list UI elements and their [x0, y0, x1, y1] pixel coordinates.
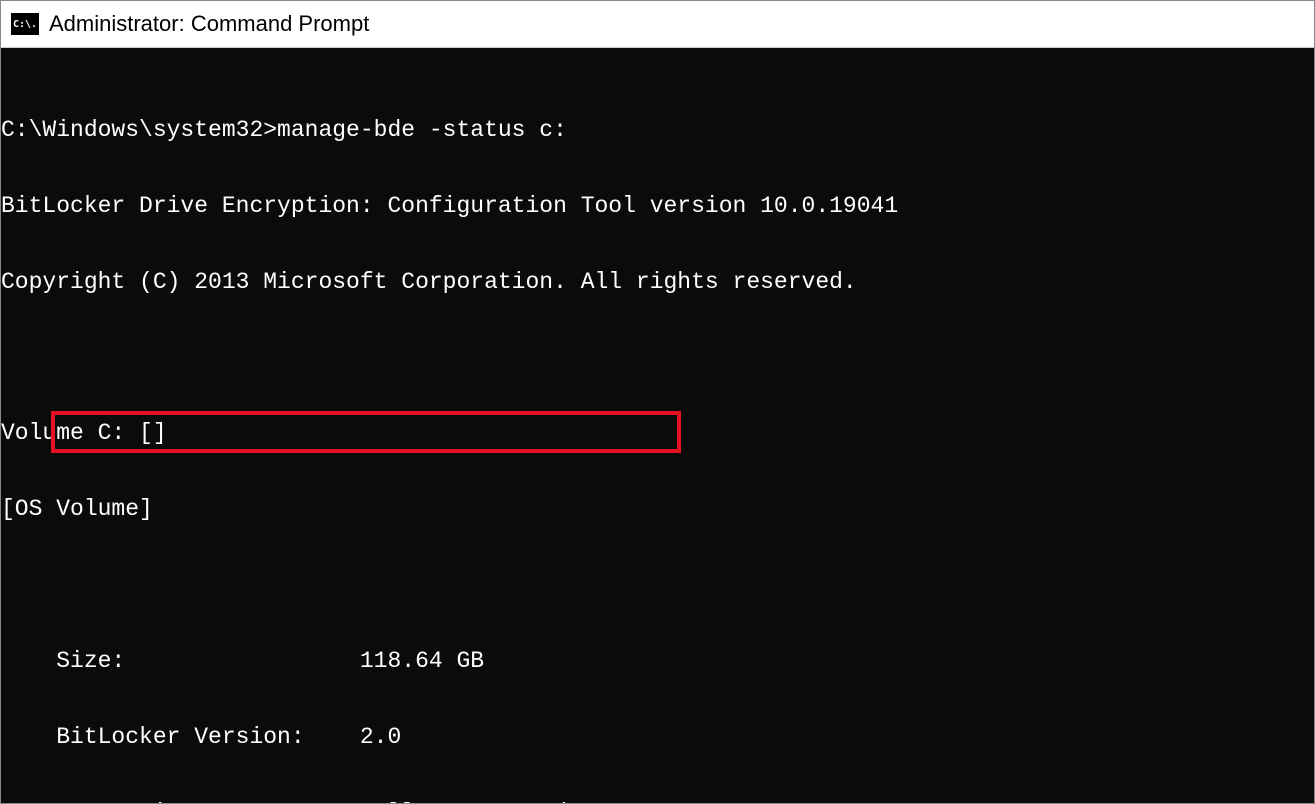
window-titlebar[interactable]: C:\. Administrator: Command Prompt [1, 1, 1314, 48]
size-value: 118.64 GB [360, 648, 484, 674]
command-text: manage-bde -status c: [277, 117, 567, 143]
cmd-icon: C:\. [11, 13, 39, 35]
size-line: Size: 118.64 GB [1, 643, 1314, 681]
blank-line [1, 340, 1314, 378]
blank-line [1, 567, 1314, 605]
prompt: C:\Windows\system32> [1, 117, 277, 143]
bl-version-label: BitLocker Version: [1, 724, 360, 750]
conv-status-value: Fully Encrypted [360, 800, 567, 803]
bitlocker-version-line: BitLocker Version: 2.0 [1, 719, 1314, 757]
terminal-output[interactable]: C:\Windows\system32>manage-bde -status c… [1, 48, 1314, 803]
size-label: Size: [1, 648, 360, 674]
copyright-line: Copyright (C) 2013 Microsoft Corporation… [1, 264, 1314, 302]
bl-version-value: 2.0 [360, 724, 401, 750]
tool-header-line: BitLocker Drive Encryption: Configuratio… [1, 188, 1314, 226]
volume-type-line: [OS Volume] [1, 491, 1314, 529]
window-title: Administrator: Command Prompt [49, 11, 369, 37]
volume-line: Volume C: [] [1, 415, 1314, 453]
conv-status-label: Conversion Status: [1, 800, 360, 803]
conversion-status-line: Conversion Status: Fully Encrypted [1, 795, 1314, 803]
prompt-line: C:\Windows\system32>manage-bde -status c… [1, 112, 1314, 150]
